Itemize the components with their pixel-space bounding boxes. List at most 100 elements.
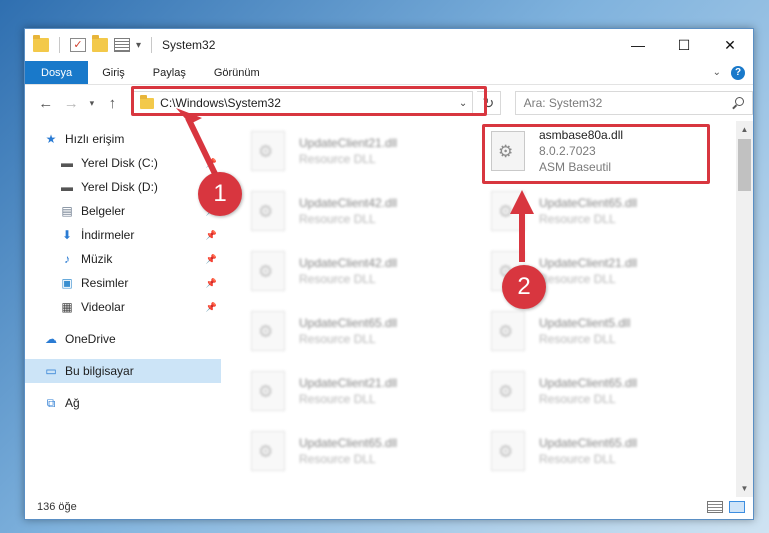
forward-button[interactable]: → (60, 92, 81, 114)
file-desc: Resource DLL (539, 332, 616, 346)
window-title: System32 (162, 38, 216, 52)
tab-share[interactable]: Paylaş (139, 61, 200, 84)
drive-icon: ▬ (61, 156, 73, 170)
up-button[interactable]: ↑ (102, 92, 123, 114)
sidebar-item-music[interactable]: ♪ Müzik 📌 (25, 247, 221, 271)
sidebar-item-label: Bu bilgisayar (65, 364, 134, 378)
pin-icon[interactable]: 📌 (206, 158, 217, 169)
list-item[interactable]: UpdateClient21.dll Resource DLL (251, 367, 491, 415)
title-bar: ✓ ▾ System32 — ☐ ✕ (25, 29, 753, 61)
maximize-button[interactable]: ☐ (661, 29, 707, 61)
file-desc: ASM Baseutil (539, 160, 612, 174)
music-icon: ♪ (64, 252, 70, 266)
file-desc: Resource DLL (539, 392, 616, 406)
list-item[interactable]: UpdateClient65.dll Resource DLL (491, 187, 731, 235)
help-icon[interactable]: ? (731, 65, 745, 80)
new-folder-icon[interactable] (92, 35, 108, 52)
sidebar-item-label: Yerel Disk (D:) (81, 180, 158, 194)
scroll-up-icon[interactable]: ▲ (736, 121, 753, 138)
step-1-badge: 1 (198, 172, 242, 216)
list-item[interactable]: UpdateClient65.dll Resource DLL (491, 367, 731, 415)
dll-file-icon (491, 431, 525, 471)
address-bar[interactable]: C:\Windows\System32 ⌄ (133, 91, 474, 115)
pin-icon[interactable]: 📌 (206, 278, 217, 289)
sidebar-item-pictures[interactable]: ▣ Resimler 📌 (25, 271, 221, 295)
toolbar-dropdown-icon[interactable]: ▾ (136, 40, 141, 51)
expand-ribbon-icon[interactable]: ⌄ (713, 67, 721, 78)
pin-icon[interactable]: 📌 (206, 230, 217, 241)
properties-check-icon[interactable]: ✓ (70, 38, 86, 52)
file-desc: Resource DLL (299, 212, 376, 226)
sidebar-item-downloads[interactable]: ⬇ İndirmeler 📌 (25, 223, 221, 247)
sidebar-item-label: Belgeler (81, 204, 126, 218)
cloud-icon: ☁ (45, 332, 57, 346)
ribbon-right: ⌄ ? (713, 61, 753, 84)
list-item-asmbase80a[interactable]: asmbase80a.dll 8.0.2.7023 ASM Baseutil (491, 127, 731, 175)
navigation-pane: ★ Hızlı erişim ▬ Yerel Disk (C:) 📌 ▬ Yer… (25, 121, 221, 497)
back-button[interactable]: ← (35, 92, 56, 114)
sidebar-item-label: Ağ (65, 396, 80, 410)
file-name: asmbase80a.dll (539, 128, 624, 142)
sidebar-item-disk-d[interactable]: ▬ Yerel Disk (D:) 📌 (25, 175, 221, 199)
refresh-button[interactable]: ↻ (477, 91, 501, 115)
chevron-down-icon[interactable]: ⌄ (454, 98, 472, 109)
details-view-icon[interactable] (707, 501, 723, 513)
recent-locations-icon[interactable]: ▾ (86, 92, 98, 114)
list-item[interactable]: UpdateClient65.dll Resource DLL (251, 427, 491, 475)
vertical-scrollbar[interactable]: ▲ ▼ (736, 121, 753, 497)
tiles-view-icon[interactable] (729, 501, 745, 513)
pictures-icon: ▣ (61, 276, 73, 290)
sidebar-item-label: Resimler (81, 276, 129, 290)
sidebar-item-videos[interactable]: ▦ Videolar 📌 (25, 295, 221, 319)
list-item[interactable]: UpdateClient65.dll Resource DLL (251, 307, 491, 355)
main-area: ★ Hızlı erişim ▬ Yerel Disk (C:) 📌 ▬ Yer… (25, 121, 753, 497)
sidebar-item-quick-access[interactable]: ★ Hızlı erişim (25, 127, 221, 151)
customize-toolbar-icon[interactable] (114, 38, 130, 52)
sidebar-item-this-pc[interactable]: ▭ Bu bilgisayar (25, 359, 221, 383)
pin-icon[interactable]: 📌 (206, 254, 217, 265)
list-item[interactable]: UpdateClient21.dll Resource DLL (251, 127, 491, 175)
view-switcher (707, 501, 745, 513)
sidebar-item-label: Videolar (81, 300, 125, 314)
file-name: UpdateClient21.dll (299, 136, 398, 150)
star-icon: ★ (45, 132, 57, 146)
file-desc: Resource DLL (299, 272, 376, 286)
tab-view[interactable]: Görünüm (200, 61, 274, 84)
file-desc: Resource DLL (539, 452, 616, 466)
dll-file-icon (491, 191, 525, 231)
search-input[interactable]: Ara: System32 (514, 91, 754, 115)
file-name: UpdateClient21.dll (299, 376, 398, 390)
sidebar-item-disk-c[interactable]: ▬ Yerel Disk (C:) 📌 (25, 151, 221, 175)
drive-icon: ▬ (61, 180, 73, 194)
network-icon: ⧉ (46, 395, 56, 410)
minimize-button[interactable]: — (615, 29, 661, 61)
tab-home[interactable]: Giriş (88, 61, 139, 84)
list-item[interactable]: UpdateClient42.dll Resource DLL (251, 247, 491, 295)
file-desc: Resource DLL (299, 152, 376, 166)
pin-icon[interactable]: 📌 (206, 302, 217, 313)
scroll-thumb[interactable] (738, 139, 751, 191)
sidebar-item-network[interactable]: ⧉ Ağ (25, 391, 221, 415)
sidebar-item-label: OneDrive (65, 332, 116, 346)
step-2-badge: 2 (502, 265, 546, 309)
sidebar-item-label: İndirmeler (81, 228, 135, 242)
list-item[interactable]: UpdateClient42.dll Resource DLL (251, 187, 491, 235)
file-desc: Resource DLL (299, 392, 376, 406)
file-name: UpdateClient65.dll (299, 316, 398, 330)
list-item[interactable]: UpdateClient65.dll Resource DLL (491, 427, 731, 475)
sidebar-item-documents[interactable]: ▤ Belgeler 📌 (25, 199, 221, 223)
file-name: UpdateClient21.dll (539, 256, 638, 270)
dll-file-icon (491, 311, 525, 351)
search-icon[interactable] (732, 97, 745, 109)
address-path[interactable]: C:\Windows\System32 (160, 96, 281, 110)
sidebar-item-onedrive[interactable]: ☁ OneDrive (25, 327, 221, 351)
file-desc: Resource DLL (539, 272, 616, 286)
list-item[interactable]: UpdateClient5.dll Resource DLL (491, 307, 731, 355)
window-controls: — ☐ ✕ (615, 29, 753, 61)
file-name: UpdateClient65.dll (539, 196, 638, 210)
dll-file-icon (251, 131, 285, 171)
tab-file[interactable]: Dosya (25, 61, 89, 84)
close-button[interactable]: ✕ (707, 29, 753, 61)
